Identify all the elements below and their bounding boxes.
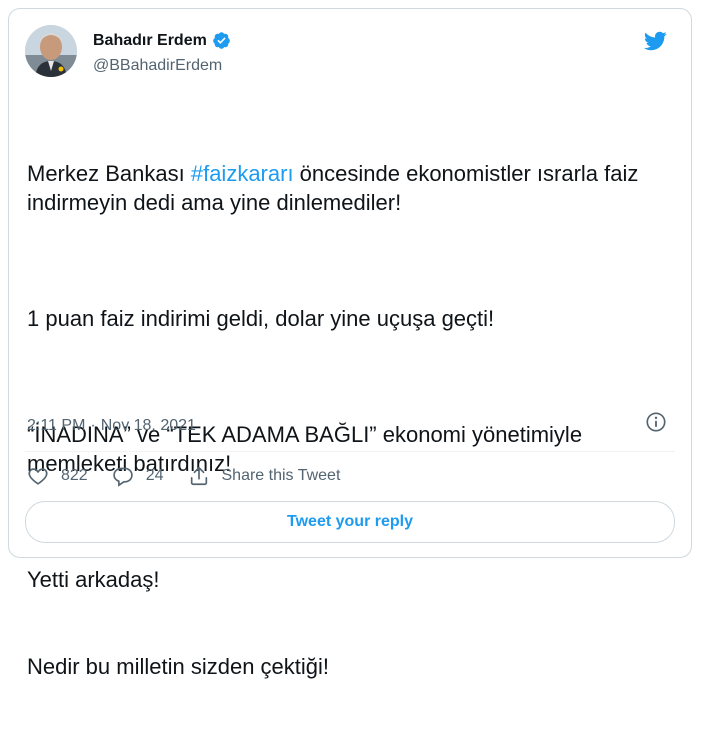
reply-button[interactable]: 24 bbox=[112, 465, 164, 487]
tweet-paragraph-4-line-2: Nedir bu milletin sizden çektiği! bbox=[27, 654, 330, 679]
tweet-card: Bahadır Erdem @BBahadirErdem Merkez Bank… bbox=[8, 8, 692, 679]
author-handle[interactable]: @BBahadirErdem bbox=[93, 57, 222, 75]
share-icon bbox=[190, 466, 207, 486]
tweet-paragraph-4-line-1: Yetti arkadaş! bbox=[27, 567, 160, 592]
share-button[interactable]: Share this Tweet bbox=[188, 465, 341, 487]
like-button[interactable]: 822 bbox=[27, 465, 88, 487]
heart-icon bbox=[28, 468, 48, 485]
author-name-row[interactable]: Bahadır Erdem bbox=[93, 31, 231, 50]
tweet-timestamp[interactable]: 2:11 PM · Nov 18, 2021 bbox=[27, 417, 196, 435]
tweet-paragraph-1: Merkez Bankası #faizkararı öncesinde eko… bbox=[27, 159, 677, 217]
tweet-text-segment: Merkez Bankası bbox=[27, 161, 191, 186]
tweet-time[interactable]: 2:11 PM bbox=[27, 417, 85, 435]
tweet-date[interactable]: Nov 18, 2021 bbox=[101, 417, 196, 435]
tweet-paragraph-2: 1 puan faiz indirimi geldi, dolar yine u… bbox=[27, 306, 495, 331]
avatar-image bbox=[25, 25, 77, 77]
divider bbox=[25, 451, 675, 452]
meta-separator: · bbox=[90, 417, 96, 434]
verified-badge-icon bbox=[213, 32, 230, 49]
avatar[interactable] bbox=[25, 25, 77, 77]
share-label: Share this Tweet bbox=[221, 467, 341, 484]
twitter-bird-icon[interactable] bbox=[641, 29, 669, 53]
hashtag-link[interactable]: #faizkararı bbox=[191, 161, 294, 186]
reply-count: 24 bbox=[145, 467, 164, 484]
like-count: 822 bbox=[61, 467, 88, 484]
reply-icon bbox=[112, 467, 133, 487]
author-name[interactable]: Bahadır Erdem bbox=[93, 32, 207, 50]
tweet-your-reply-button[interactable]: Tweet your reply bbox=[25, 501, 675, 543]
tweet-actions: 822 24 Share this Tweet bbox=[27, 465, 364, 487]
info-icon[interactable] bbox=[645, 411, 667, 433]
